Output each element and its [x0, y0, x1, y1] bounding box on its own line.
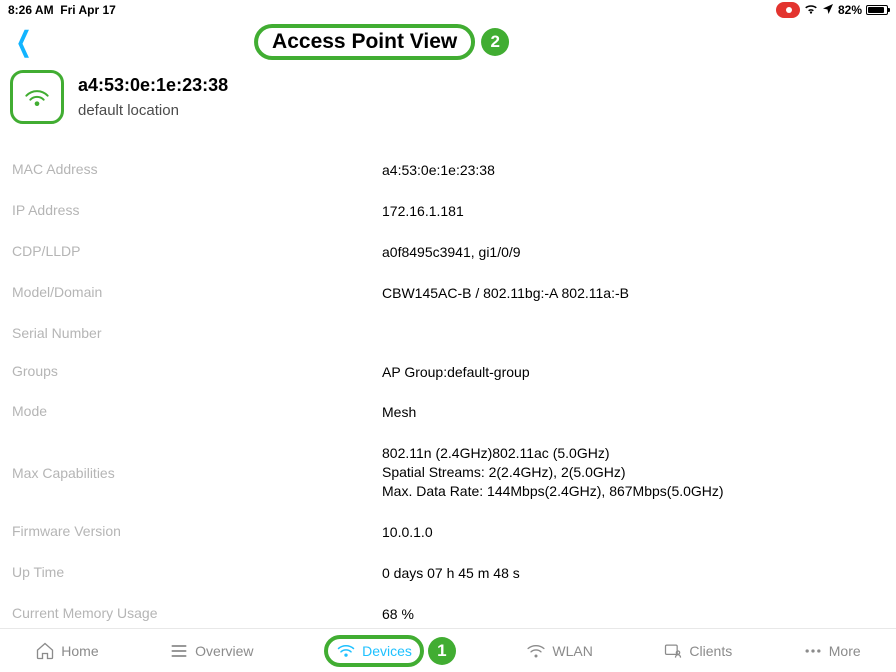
label-model: Model/Domain — [12, 284, 382, 300]
label-mode: Mode — [12, 403, 382, 419]
label-mac: MAC Address — [12, 161, 382, 177]
device-name: a4:53:0e:1e:23:38 — [78, 75, 228, 96]
device-header-text: a4:53:0e:1e:23:38 default location — [78, 75, 228, 119]
label-serial: Serial Number — [12, 325, 382, 341]
value-mac: a4:53:0e:1e:23:38 — [382, 161, 495, 180]
wifi-icon — [804, 3, 818, 17]
value-ip: 172.16.1.181 — [382, 202, 464, 221]
back-button[interactable]: ❮ — [16, 28, 32, 56]
row-uptime: Up Time0 days 07 h 45 m 48 s — [12, 553, 884, 594]
status-left: 8:26 AM Fri Apr 17 — [8, 3, 116, 17]
overview-icon — [169, 641, 189, 661]
value-curmem: 68 % — [382, 605, 414, 624]
tab-bar: Home Overview Devices 1 — [0, 628, 896, 672]
title-highlight-ring: Access Point View — [254, 24, 475, 60]
row-ip: IP Address172.16.1.181 — [12, 191, 884, 232]
value-uptime: 0 days 07 h 45 m 48 s — [382, 564, 520, 583]
status-bar: 8:26 AM Fri Apr 17 82% — [0, 0, 896, 20]
value-model: CBW145AC-B / 802.11bg:-A 802.11a:-B — [382, 284, 629, 303]
value-firmware: 10.0.1.0 — [382, 523, 433, 542]
location-icon — [822, 3, 834, 17]
tab-clients-label: Clients — [689, 643, 732, 659]
label-curmem: Current Memory Usage — [12, 605, 382, 621]
record-indicator — [776, 2, 800, 18]
value-groups: AP Group:default-group — [382, 363, 530, 382]
label-ip: IP Address — [12, 202, 382, 218]
row-groups: GroupsAP Group:default-group — [12, 352, 884, 393]
tab-wlan-label: WLAN — [552, 643, 592, 659]
tab-devices-wrap: Devices 1 — [324, 635, 456, 667]
tab-devices[interactable]: Devices — [336, 641, 412, 661]
row-maxcap: Max Capabilities802.11n (2.4GHz)802.11ac… — [12, 433, 884, 512]
tab-more[interactable]: More — [803, 641, 861, 661]
tab-home[interactable]: Home — [35, 641, 98, 661]
tab-devices-highlight-ring: Devices — [324, 635, 424, 667]
tab-more-label: More — [829, 643, 861, 659]
details-list: MAC Addressa4:53:0e:1e:23:38 IP Address1… — [12, 150, 884, 624]
status-time: 8:26 AM — [8, 3, 54, 17]
status-date: Fri Apr 17 — [60, 3, 116, 17]
tab-overview-label: Overview — [195, 643, 253, 659]
device-location: default location — [78, 102, 228, 119]
page-title: Access Point View — [272, 30, 457, 53]
tab-wlan[interactable]: WLAN — [526, 641, 592, 661]
annotation-badge-2: 2 — [481, 28, 509, 56]
value-cdp: a0f8495c3941, gi1/0/9 — [382, 243, 521, 262]
row-model: Model/DomainCBW145AC-B / 802.11bg:-A 802… — [12, 273, 884, 314]
devices-icon — [336, 641, 356, 661]
tab-devices-label: Devices — [362, 643, 412, 659]
clients-icon — [663, 641, 683, 661]
label-maxcap: Max Capabilities — [12, 465, 382, 481]
label-groups: Groups — [12, 363, 382, 379]
wlan-icon — [526, 641, 546, 661]
status-right: 82% — [776, 2, 888, 18]
label-uptime: Up Time — [12, 564, 382, 580]
battery-icon — [866, 5, 888, 15]
more-icon — [803, 641, 823, 661]
value-maxcap: 802.11n (2.4GHz)802.11ac (5.0GHz) Spatia… — [382, 444, 724, 501]
tab-overview[interactable]: Overview — [169, 641, 253, 661]
row-cdp: CDP/LLDPa0f8495c3941, gi1/0/9 — [12, 232, 884, 273]
label-cdp: CDP/LLDP — [12, 243, 382, 259]
row-firmware: Firmware Version10.0.1.0 — [12, 512, 884, 553]
row-mode: ModeMesh — [12, 392, 884, 433]
row-serial: Serial Number — [12, 314, 884, 352]
tab-clients[interactable]: Clients — [663, 641, 732, 661]
battery-percent: 82% — [838, 3, 862, 17]
device-header: a4:53:0e:1e:23:38 default location — [10, 70, 228, 124]
access-point-icon — [10, 70, 64, 124]
label-firmware: Firmware Version — [12, 523, 382, 539]
page-title-wrap: Access Point View 2 — [254, 24, 509, 60]
value-mode: Mesh — [382, 403, 416, 422]
row-mac: MAC Addressa4:53:0e:1e:23:38 — [12, 150, 884, 191]
tab-home-label: Home — [61, 643, 98, 659]
home-icon — [35, 641, 55, 661]
row-curmem: Current Memory Usage68 % — [12, 594, 884, 624]
annotation-badge-1: 1 — [428, 637, 456, 665]
